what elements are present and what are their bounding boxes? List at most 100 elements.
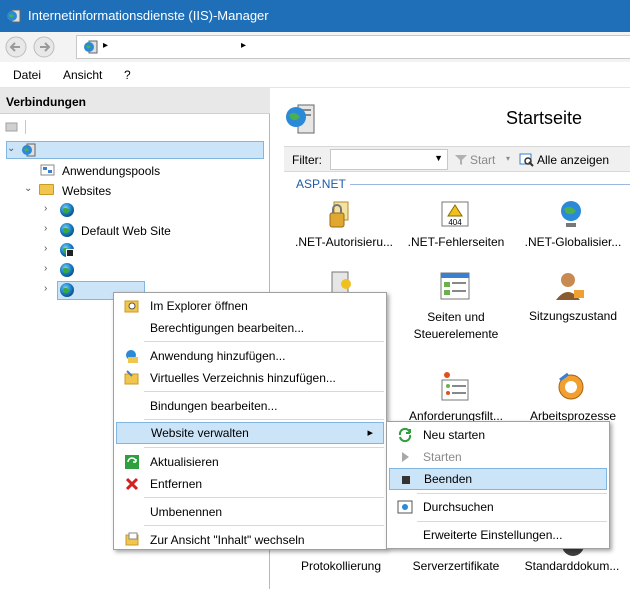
menu-refresh[interactable]: Aktualisieren (116, 451, 384, 473)
tree-site-1[interactable]: › (44, 202, 164, 220)
content-view-icon (125, 532, 139, 546)
tree-websites-label: Websites (62, 184, 112, 198)
restart-icon (398, 427, 412, 443)
filter-label: Filter: (292, 153, 322, 167)
expand-chevron-icon[interactable]: ⌄ (24, 183, 32, 194)
play-icon (402, 452, 409, 462)
feature-label: .NET-Globalisier... (524, 235, 622, 249)
submenu-arrow-icon: ▸ (367, 427, 373, 439)
explorer-folder-icon (124, 300, 139, 313)
navigation-bar: ▸ ▸ (0, 32, 630, 62)
submenu-stop[interactable]: Beenden (389, 468, 607, 490)
section-divider (350, 184, 630, 185)
show-all-button[interactable]: Alle anzeigen (519, 151, 629, 169)
section-aspnet: ASP.NET (296, 177, 346, 191)
error-badge-text: 404 (448, 218, 462, 227)
forward-arrow-icon (33, 36, 55, 58)
tree-app-pools[interactable]: Anwendungspools (40, 162, 240, 180)
submenu-advanced-settings[interactable]: Erweiterte Einstellungen... (389, 524, 607, 546)
expand-arrow-icon[interactable]: › (44, 283, 47, 294)
globe-icon (60, 283, 74, 297)
menu-separator (417, 521, 607, 522)
session-user-icon (556, 273, 584, 300)
menu-add-virtual-directory[interactable]: Virtuelles Verzeichnis hinzufügen... (116, 367, 384, 389)
menu-switch-content-view[interactable]: Zur Ansicht "Inhalt" wechseln (116, 529, 384, 551)
menu-edit-bindings[interactable]: Bindungen bearbeiten... (116, 395, 384, 417)
start-filter-button[interactable]: Start ▾ (454, 151, 514, 169)
tree-default-web-site[interactable]: › Default Web Site (44, 222, 244, 240)
add-application-icon (126, 350, 138, 363)
menu-separator (144, 497, 384, 498)
show-all-label: Alle anzeigen (537, 153, 610, 167)
folder-icon (39, 184, 54, 195)
expand-arrow-icon[interactable]: › (44, 223, 47, 234)
menu-add-application[interactable]: Anwendung hinzufügen... (116, 345, 384, 367)
menu-bar: Datei Ansicht ? (0, 62, 630, 88)
funnel-icon (455, 155, 467, 165)
start-filter-label: Start (470, 153, 496, 167)
filter-dropdown-icon[interactable]: ▼ (434, 153, 443, 163)
tree-server-node[interactable]: ⌄ (6, 141, 264, 159)
menu-open-in-explorer[interactable]: Im Explorer öffnen (116, 295, 384, 317)
home-server-icon (286, 104, 315, 134)
feature-server-certificates[interactable]: Serverzertifikate (400, 559, 512, 573)
server-globe-icon (84, 40, 98, 54)
globe-icon (60, 203, 74, 217)
submenu-restart[interactable]: Neu starten (389, 424, 607, 446)
feature-default-document[interactable]: Standarddokum... (516, 559, 628, 573)
pages-controls-icon (440, 272, 470, 300)
feature-label: .NET-Autorisieru... (294, 235, 394, 249)
refresh-icon (125, 455, 139, 469)
menu-separator (144, 391, 384, 392)
feature-label: Seiten und Steuerelemente (413, 310, 499, 341)
back-button[interactable] (4, 36, 28, 58)
filter-input[interactable]: ▼ (330, 149, 448, 170)
tree-site-stopped[interactable]: › (44, 242, 164, 260)
back-arrow-icon (5, 36, 27, 58)
menu-separator (144, 341, 384, 342)
error-page-icon: 404 (441, 201, 469, 227)
menu-ansicht[interactable]: Ansicht (63, 68, 102, 82)
collapse-chevron-icon[interactable]: ⌄ (7, 143, 15, 154)
menu-separator (417, 493, 607, 494)
expand-arrow-icon[interactable]: › (44, 243, 47, 254)
connect-icon[interactable] (4, 119, 20, 135)
expand-arrow-icon[interactable]: › (44, 263, 47, 274)
start-dropdown-icon[interactable]: ▾ (506, 154, 510, 163)
toolbar-divider (25, 120, 26, 134)
tree-websites[interactable]: ⌄ Websites (24, 182, 224, 200)
tree-default-web-site-label: Default Web Site (81, 224, 171, 238)
address-bar[interactable]: ▸ ▸ (76, 35, 630, 59)
menu-datei[interactable]: Datei (13, 68, 41, 82)
menu-rename[interactable]: Umbenennen (116, 501, 384, 523)
feature-logging[interactable]: Protokollierung (286, 559, 396, 573)
manage-website-submenu: Neu starten Starten Beenden Durchsuchen … (386, 421, 610, 549)
expand-arrow-icon[interactable]: › (44, 203, 47, 214)
window-title: Internetinformationsdienste (IIS)-Manage… (28, 8, 269, 23)
globe-icon (60, 223, 74, 237)
globe-icon (60, 263, 74, 277)
stop-icon (402, 476, 410, 484)
submenu-start[interactable]: Starten (389, 446, 607, 468)
menu-separator (144, 419, 384, 420)
menu-remove[interactable]: Entfernen (116, 473, 384, 495)
lock-icon (329, 201, 349, 228)
submenu-browse[interactable]: Durchsuchen (389, 496, 607, 518)
remove-x-icon (125, 477, 139, 491)
browse-icon (397, 500, 413, 514)
forward-button[interactable] (32, 36, 56, 58)
menu-help[interactable]: ? (124, 68, 131, 82)
address-separator-2[interactable]: ▸ (241, 40, 246, 51)
globe-stand-icon (561, 201, 581, 227)
menu-manage-website[interactable]: Website verwalten ▸ (116, 422, 384, 444)
menu-separator (144, 447, 384, 448)
iis-app-icon (7, 9, 21, 23)
menu-edit-permissions[interactable]: Berechtigungen bearbeiten... (116, 317, 384, 339)
tree-site-4[interactable]: › (44, 262, 164, 280)
menu-separator (144, 525, 384, 526)
worker-process-icon (558, 372, 584, 400)
address-separator-1[interactable]: ▸ (103, 40, 108, 51)
stop-badge-icon (66, 249, 74, 257)
title-bar: Internetinformationsdienste (IIS)-Manage… (0, 0, 630, 32)
virtual-directory-icon (124, 370, 139, 385)
